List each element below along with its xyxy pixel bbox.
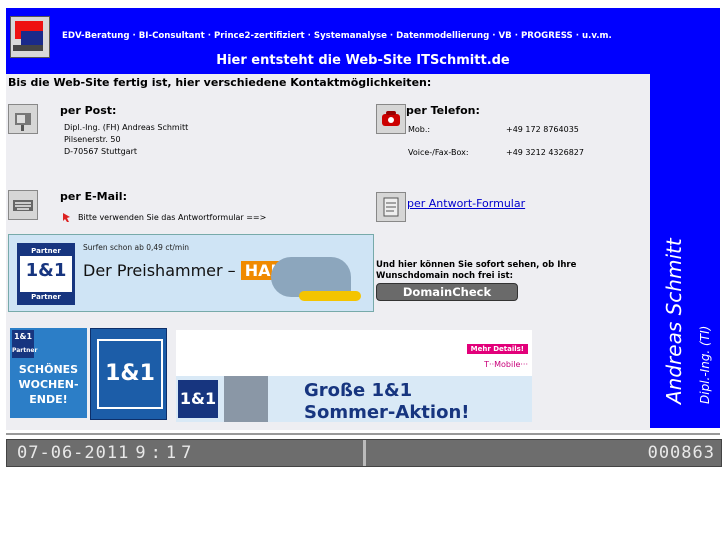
- post-title: per Post:: [60, 104, 117, 117]
- page-title: Hier entsteht die Web-Site ITSchmitt.de: [216, 53, 510, 68]
- answer-form-link[interactable]: per Antwort-Formular: [407, 197, 525, 210]
- visitor-counter: 000863: [647, 443, 715, 463]
- telefon-title: per Telefon:: [406, 104, 480, 117]
- main-content: Bis die Web-Site fertig ist, hier versch…: [6, 74, 650, 430]
- brand-logo: 1&1: [97, 339, 163, 409]
- ad-subtitle: Surfen schon ab 0,49 ct/min: [83, 243, 190, 252]
- status-separator: [363, 440, 366, 466]
- email-title: per E-Mail:: [60, 190, 127, 203]
- partner-badge-small: 1&1 Partner: [12, 330, 37, 358]
- site-logo: [10, 16, 50, 58]
- partner-badge: Partner 1&1 Partner: [17, 243, 75, 305]
- post-name: Dipl.-Ing. (FH) Andreas Schmitt: [64, 123, 189, 132]
- ad-1und1[interactable]: 1&1: [90, 328, 167, 420]
- header-banner: EDV-Beratung · BI-Consultant · Prince2-z…: [6, 8, 720, 74]
- pointer-icon: [62, 208, 76, 222]
- author-name: Andreas Schmitt: [662, 238, 686, 404]
- email-hint: Bitte verwenden Sie das Antwortformular …: [78, 213, 267, 222]
- form-icon[interactable]: [376, 192, 406, 222]
- domain-check-button[interactable]: DomainCheck: [376, 283, 518, 301]
- more-details-button[interactable]: Mehr Details!: [466, 344, 528, 354]
- brand-logo-small: 1&1: [178, 380, 218, 418]
- date-time-display: 07-06-2011 9:17: [17, 443, 197, 463]
- ad-headline: Der Preishammer – HAI: [83, 261, 281, 280]
- page: EDV-Beratung · BI-Consultant · Prince2-z…: [0, 0, 727, 545]
- post-city: D-70567 Stuttgart: [64, 147, 138, 156]
- mobile-number: +49 172 8764035: [506, 125, 579, 134]
- surfboard-illustration: [299, 291, 361, 301]
- domain-check-text: Und hier können Sie sofort sehen, ob Ihr…: [376, 260, 577, 281]
- fax-number: +49 3212 4326827: [506, 148, 584, 157]
- mobile-label: Mob.:: [408, 125, 431, 134]
- person-photo: [224, 376, 268, 422]
- ad-preishammer-hai[interactable]: Partner 1&1 Partner Surfen schon ab 0,49…: [8, 234, 374, 312]
- phone-icon: [376, 104, 406, 134]
- ad-schoenes-wochenende[interactable]: 1&1 Partner SCHÖNES WOCHEN- ENDE!: [10, 328, 87, 418]
- divider: [6, 433, 720, 435]
- mailbox-icon: [8, 104, 38, 134]
- keyboard-icon: [8, 190, 38, 220]
- sidebar-name-panel: Andreas Schmitt Dipl.-Ing. (TI): [650, 74, 720, 428]
- status-bar: 07-06-2011 9:17 000863: [6, 439, 722, 467]
- tmobile-logo: T··Mobile···: [484, 360, 528, 369]
- post-street: Pilsenerstr. 50: [64, 135, 121, 144]
- sommer-headline: Große 1&1 Sommer-Aktion!: [304, 380, 470, 423]
- author-title: Dipl.-Ing. (TI): [698, 325, 712, 404]
- ad-sommer-aktion[interactable]: Mehr Details! T··Mobile··· 1&1 Große 1&1…: [176, 330, 532, 423]
- header-services: EDV-Beratung · BI-Consultant · Prince2-z…: [62, 31, 612, 41]
- intro-text: Bis die Web-Site fertig ist, hier versch…: [8, 76, 432, 89]
- fax-label: Voice-/Fax-Box:: [408, 148, 469, 157]
